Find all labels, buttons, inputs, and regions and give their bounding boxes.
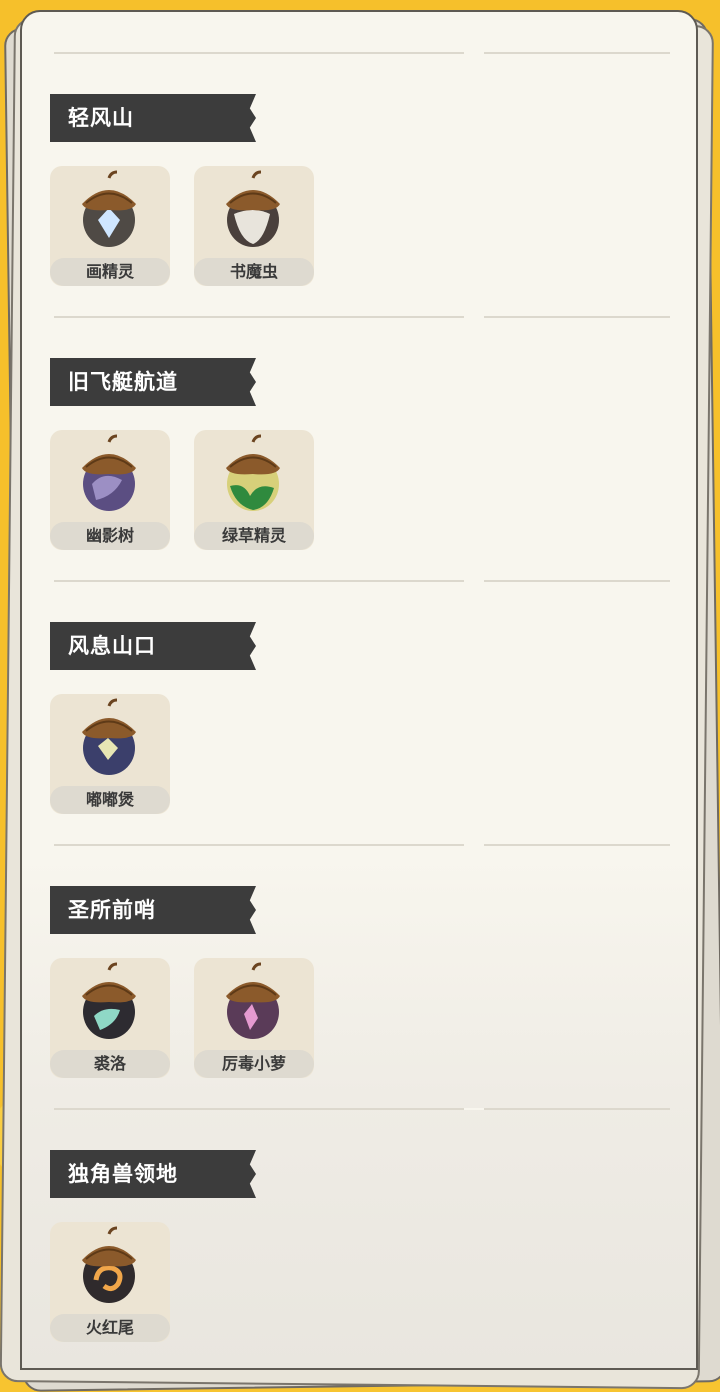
acorn-purple-icon xyxy=(82,434,136,511)
region-title: 独角兽领地 xyxy=(50,1150,256,1198)
creature-card[interactable]: 绿草精灵 xyxy=(194,430,314,550)
acorn-magenta-icon xyxy=(226,962,280,1039)
region-title: 轻风山 xyxy=(50,94,256,142)
creature-card[interactable]: 火红尾 xyxy=(50,1222,170,1342)
creature-name: 幽影树 xyxy=(50,522,170,550)
acorn-dark-blue-gem-icon xyxy=(82,170,136,247)
creature-card[interactable]: 画精灵 xyxy=(50,166,170,286)
divider xyxy=(54,52,670,54)
divider xyxy=(54,316,670,318)
divider xyxy=(54,1108,670,1110)
creature-name: 厉毒小萝 xyxy=(194,1050,314,1078)
region-items: 嘟嘟煲 xyxy=(50,694,690,814)
region-section-sanctuary-outpost: 圣所前哨 裘洛 厉毒小萝 xyxy=(50,886,690,1078)
creature-name: 火红尾 xyxy=(50,1314,170,1342)
creature-card[interactable]: 裘洛 xyxy=(50,958,170,1078)
creature-name: 裘洛 xyxy=(50,1050,170,1078)
region-section-qingfengshan: 轻风山 画精灵 书魔虫 xyxy=(50,94,690,286)
acorn-fire-swirl-icon xyxy=(82,1226,136,1303)
creature-name: 绿草精灵 xyxy=(194,522,314,550)
region-title: 旧飞艇航道 xyxy=(50,358,256,406)
acorn-white-shell-icon xyxy=(226,170,280,247)
region-items: 火红尾 xyxy=(50,1222,690,1342)
region-items: 幽影树 绿草精灵 xyxy=(50,430,690,550)
creature-name: 画精灵 xyxy=(50,258,170,286)
acorn-black-teal-icon xyxy=(82,962,136,1039)
creature-card[interactable]: 厉毒小萝 xyxy=(194,958,314,1078)
creature-card[interactable]: 书魔虫 xyxy=(194,166,314,286)
divider xyxy=(54,844,670,846)
region-section-old-airship-route: 旧飞艇航道 幽影树 绿草精灵 xyxy=(50,358,690,550)
region-section-wind-pass: 风息山口 嘟嘟煲 xyxy=(50,622,690,814)
creature-name: 书魔虫 xyxy=(194,258,314,286)
divider xyxy=(54,580,670,582)
creature-card[interactable]: 嘟嘟煲 xyxy=(50,694,170,814)
region-title: 圣所前哨 xyxy=(50,886,256,934)
region-items: 画精灵 书魔虫 xyxy=(50,166,690,286)
acorn-navy-diamond-icon xyxy=(82,698,136,775)
region-title: 风息山口 xyxy=(50,622,256,670)
creature-card[interactable]: 幽影树 xyxy=(50,430,170,550)
region-items: 裘洛 厉毒小萝 xyxy=(50,958,690,1078)
region-section-unicorn-territory: 独角兽领地 火红尾 xyxy=(50,1150,690,1342)
creature-name: 嘟嘟煲 xyxy=(50,786,170,814)
acorn-green-yellow-icon xyxy=(226,434,280,511)
